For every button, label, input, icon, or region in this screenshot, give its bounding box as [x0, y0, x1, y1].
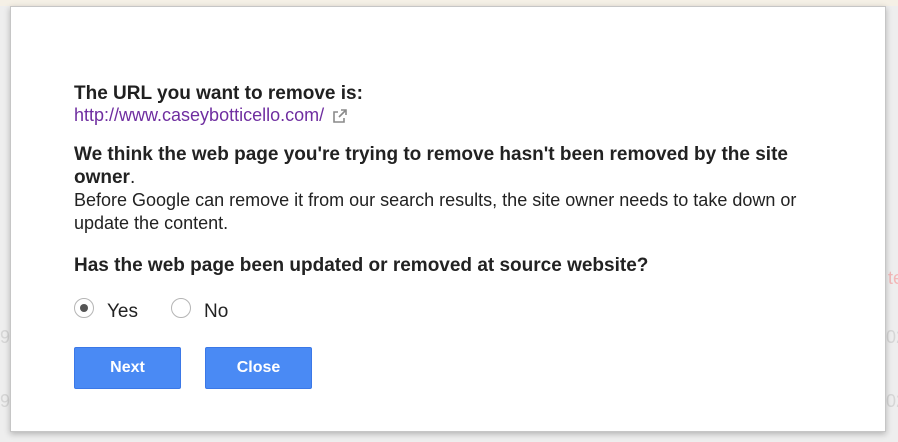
radio-no-button[interactable]: [171, 298, 191, 318]
url-line: http://www.caseybotticello.com/: [74, 105, 348, 129]
url-link[interactable]: http://www.caseybotticello.com/: [74, 105, 324, 125]
background-text: 02: [886, 391, 898, 411]
external-link-icon[interactable]: [332, 108, 348, 129]
background-text: 02: [886, 327, 898, 347]
radio-yes-label[interactable]: Yes: [107, 301, 138, 323]
close-button[interactable]: Close: [205, 347, 312, 389]
notice-period: .: [129, 167, 136, 188]
radio-no-label[interactable]: No: [204, 301, 228, 323]
remove-url-dialog: The URL you want to remove is: http://ww…: [10, 6, 886, 432]
background-text: te: [888, 268, 898, 288]
radio-yes[interactable]: Yes: [74, 295, 138, 323]
notice-title: We think the web page you're trying to r…: [74, 144, 788, 188]
dialog-heading: The URL you want to remove is:: [74, 83, 363, 104]
notice-body: Before Google can remove it from our sea…: [74, 190, 797, 233]
question-label: Has the web page been updated or removed…: [74, 255, 649, 276]
next-button[interactable]: Next: [74, 347, 181, 389]
radio-no[interactable]: No: [171, 295, 228, 323]
notice-message: We think the web page you're trying to r…: [74, 143, 834, 235]
radio-yes-button[interactable]: [74, 298, 94, 318]
